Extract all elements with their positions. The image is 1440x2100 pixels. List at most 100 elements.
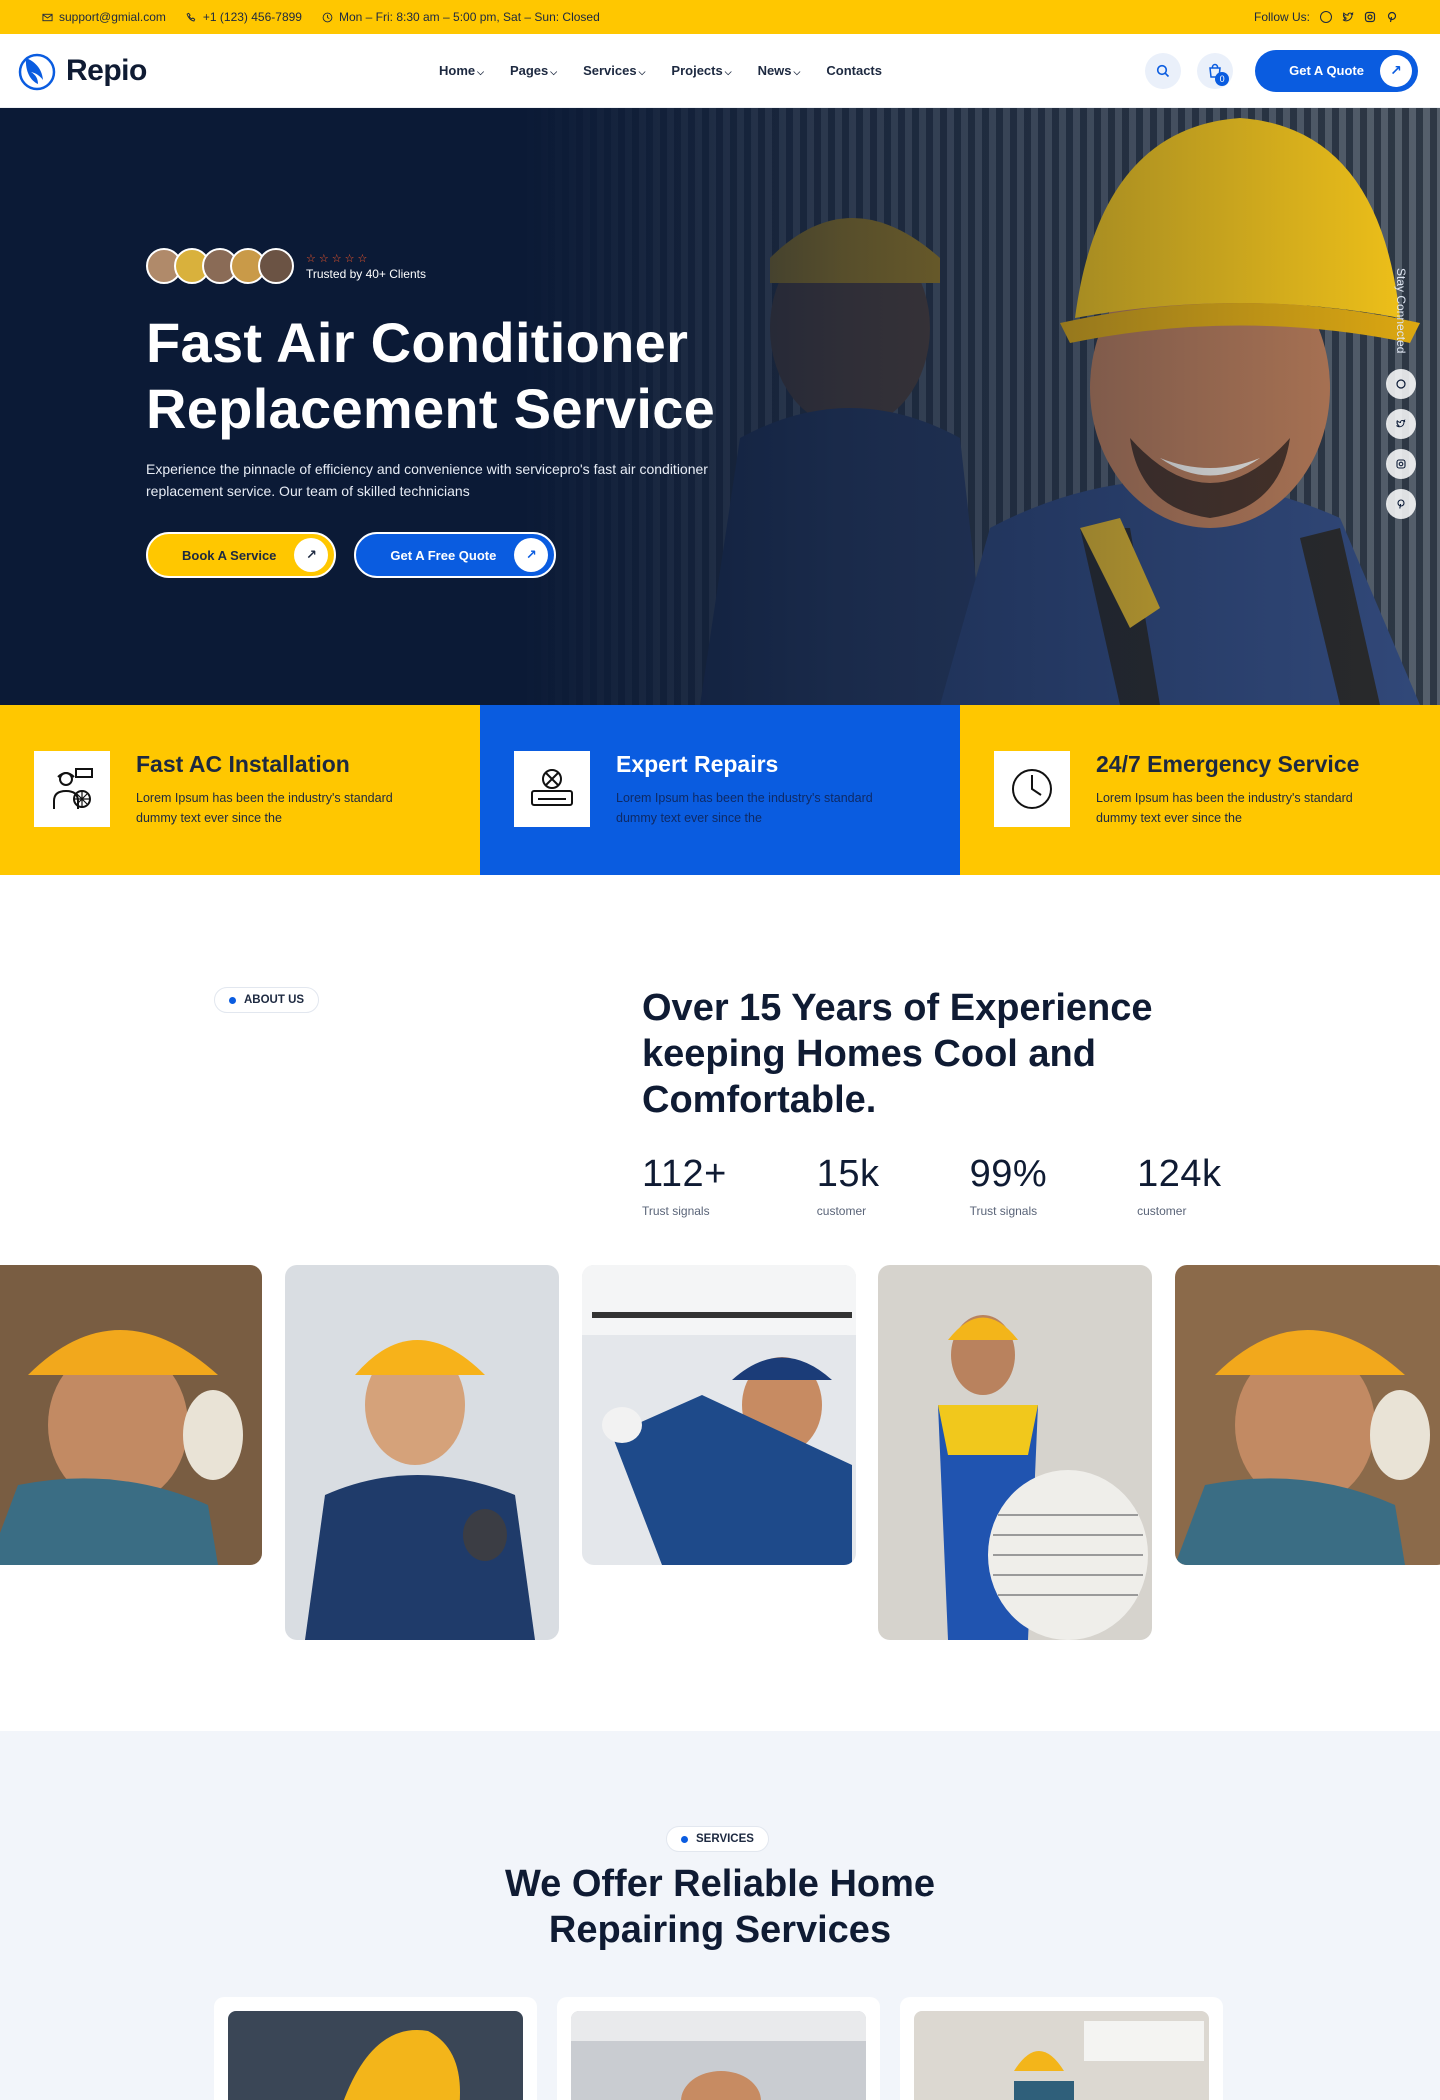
feature-title: 24/7 Emergency Service [1096,751,1360,777]
service-card[interactable] [214,1997,537,2100]
nav-label: Projects [671,63,723,78]
arrow-up-right-icon: ↗ [294,538,329,572]
services-tag: SERVICES [666,1826,769,1852]
stat-label: customer [816,1204,867,1218]
stats-row: 112+ Trust signals 15k customer 99% Trust s… [642,1153,1222,1218]
service-card[interactable] [900,1997,1223,2100]
email-text: support@gmial.com [59,10,166,24]
stat-value: 15k [816,1153,880,1195]
service-card-photo [914,2011,1209,2100]
rating-stars: ☆☆☆☆☆ [306,252,371,265]
stat-value: 112+ [642,1153,727,1195]
email-info[interactable]: support@gmial.com [42,10,166,24]
ac-repair-icon [514,751,590,827]
services-section: SERVICES We Offer Reliable Home Repairin… [0,1731,1440,2100]
worker-photo-gallery [0,1265,1440,1645]
quote-label: Get A Quote [1289,63,1364,78]
services-tag-label: SERVICES [696,1833,754,1845]
nav-item-contacts[interactable]: Contacts [826,63,882,78]
gallery-photo [285,1265,559,1640]
hours-info: Mon – Fri: 8:30 am – 5:00 pm, Sat – Sun:… [322,10,600,24]
feature-card-repairs: Expert Repairs Lorem Ipsum has been the … [480,705,960,875]
gallery-photo [1175,1265,1440,1565]
search-button[interactable] [1145,52,1182,89]
chevron-down-icon: ⌵ [638,67,646,77]
about-tag-label: ABOUT US [244,994,305,1006]
service-card[interactable] [557,1997,880,2100]
client-avatars [146,248,294,284]
stat-label: customer [1137,1204,1187,1218]
phone-icon [186,12,196,21]
pinterest-icon[interactable] [1386,11,1398,23]
nav-item-pages[interactable]: Pages ⌵ [510,63,557,78]
twitter-icon[interactable] [1386,409,1416,440]
feature-text: Lorem Ipsum has been the industry's stan… [136,791,393,825]
services-title-line1: We Offer Reliable Home [504,1863,936,1905]
phone-info[interactable]: +1 (123) 456-7899 [186,10,302,24]
facebook-icon[interactable] [1320,11,1332,23]
stat-label: Trust signals [969,1204,1038,1218]
services-title-line2: Repairing Services [548,1909,892,1951]
nav-label: Home [439,63,476,78]
stay-connected-rail: Stay Connected [1386,268,1416,521]
cart-count-badge: 0 [1215,71,1230,86]
nav-label: Pages [509,63,549,78]
nav-item-news[interactable]: News ⌵ [758,63,801,78]
feature-title: Expert Repairs [616,751,779,777]
book-a-service-button[interactable]: Book A Service ↗ [146,532,337,578]
facebook-icon[interactable] [1386,369,1416,400]
feature-strip: Fast AC Installation Lorem Ipsum has bee… [0,705,1440,875]
gallery-photo [878,1265,1152,1640]
search-icon [1157,64,1170,77]
hero-title: Fast Air Conditioner Replacement Service [146,310,826,442]
feature-card-emergency: 24/7 Emergency Service Lorem Ipsum has b… [960,705,1440,875]
arrow-up-right-icon: ↗ [514,538,549,572]
instagram-icon[interactable] [1364,11,1376,23]
top-info-bar: support@gmial.com +1 (123) 456-7899 Mon … [0,0,1440,34]
hero-title-line2: Replacement Service [146,377,716,440]
stat-item: 124k customer [1137,1153,1221,1218]
get-a-quote-button[interactable]: Get A Quote ↗ [1255,49,1418,92]
feature-text: Lorem Ipsum has been the industry's stan… [616,791,873,825]
arrow-up-right-icon: ↗ [1380,54,1412,87]
about-title: Over 15 Years of Experience keeping Home… [642,987,1153,1121]
stat-label: Trust signals [642,1204,710,1218]
hero-description: Experience the pinnacle of efficiency an… [146,461,708,499]
dot-icon [681,1835,688,1843]
clock-icon [994,751,1070,827]
service-cards [214,1997,1223,2100]
nav-item-projects[interactable]: Projects ⌵ [671,63,731,78]
chevron-down-icon: ⌵ [477,67,484,77]
stat-value: 124k [1137,1153,1222,1195]
chevron-down-icon: ⌵ [724,67,732,77]
nav-menu: Home ⌵ Pages ⌵ Services ⌵ Projects ⌵ News ⌵ C… [439,63,882,78]
main-navigation: Repio Home ⌵ Pages ⌵ Services ⌵ Projects ⌵ N… [0,34,1440,108]
instagram-icon[interactable] [1386,449,1416,480]
technician-icon [34,751,110,827]
brand-logo[interactable]: Repio [16,50,416,92]
get-free-quote-button[interactable]: Get A Free Quote ↗ [354,532,557,578]
hours-text: Mon – Fri: 8:30 am – 5:00 pm, Sat – Sun:… [338,10,600,24]
nav-label: Services [583,63,637,78]
stay-connected-label: Stay Connected [1394,268,1408,354]
feature-title: Fast AC Installation [136,751,350,777]
feature-text: Lorem Ipsum has been the industry's stan… [1096,791,1353,825]
twitter-icon[interactable] [1342,11,1354,23]
hero-section: ☆☆☆☆☆ Trusted by 40+ Clients Fast Air Co… [0,108,1440,705]
cart-button[interactable]: 0 [1197,52,1234,89]
logo-flame-icon [18,53,56,90]
service-card-photo [571,2011,866,2100]
stat-value: 99% [969,1153,1048,1195]
mail-icon [42,13,53,21]
stat-item: 99% Trust signals [970,1153,1048,1218]
about-tag: ABOUT US [214,987,320,1013]
nav-item-home[interactable]: Home ⌵ [439,63,484,78]
trusted-clients: ☆☆☆☆☆ Trusted by 40+ Clients [146,248,826,284]
pinterest-icon[interactable] [1386,489,1416,520]
book-label: Book A Service [182,547,277,563]
hero-title-line1: Fast Air Conditioner [146,311,689,374]
clock-small-icon [322,12,333,22]
brand-name: Repio [66,53,147,87]
nav-item-services[interactable]: Services ⌵ [583,63,645,78]
chevron-down-icon: ⌵ [793,67,801,77]
